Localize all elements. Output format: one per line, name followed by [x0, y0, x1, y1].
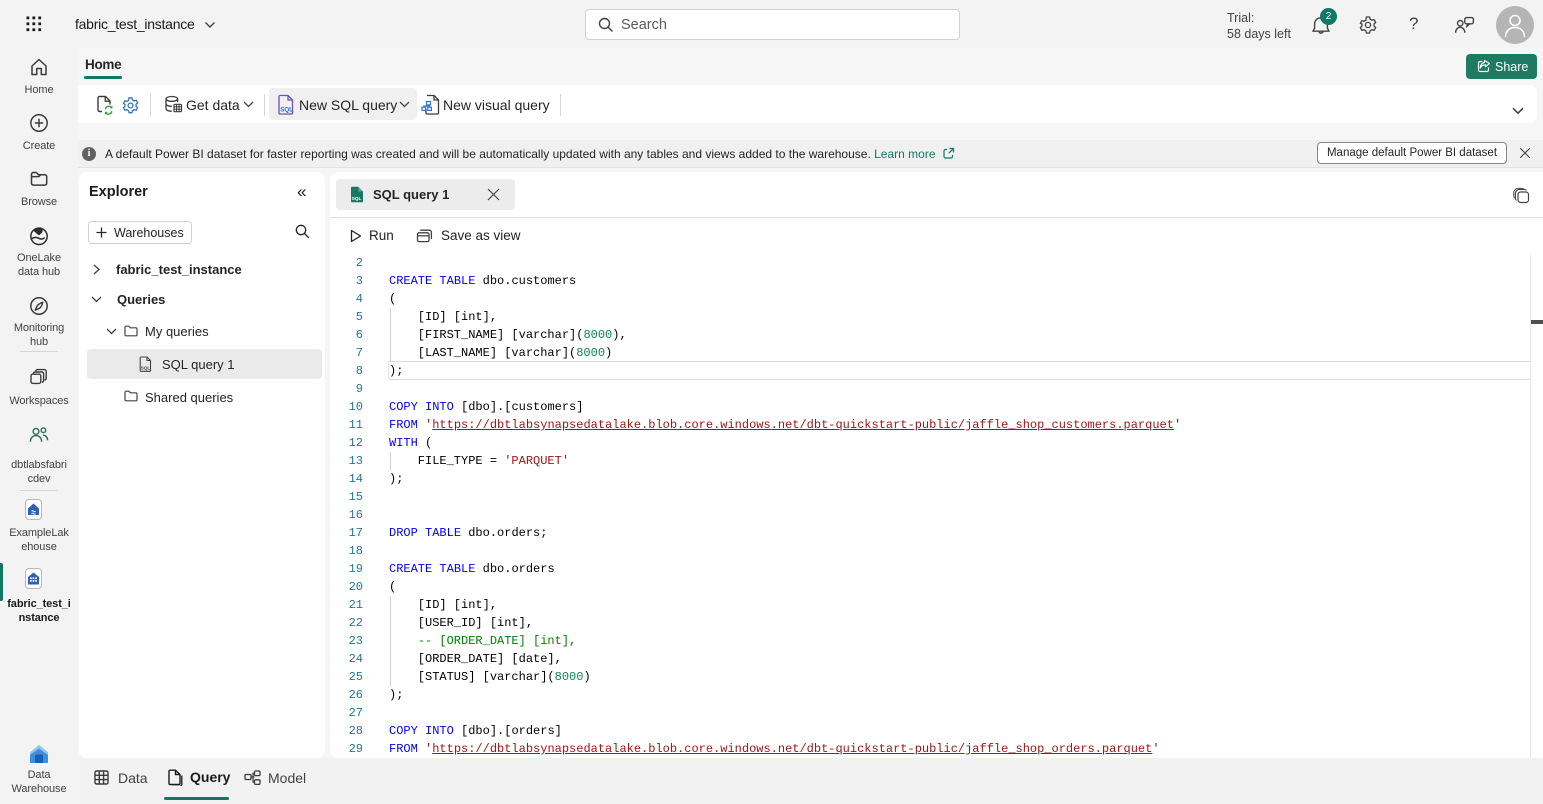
svg-text:SQL: SQL	[352, 196, 362, 202]
svg-text:SQL: SQL	[141, 366, 151, 371]
svg-text:SQL: SQL	[280, 107, 293, 114]
